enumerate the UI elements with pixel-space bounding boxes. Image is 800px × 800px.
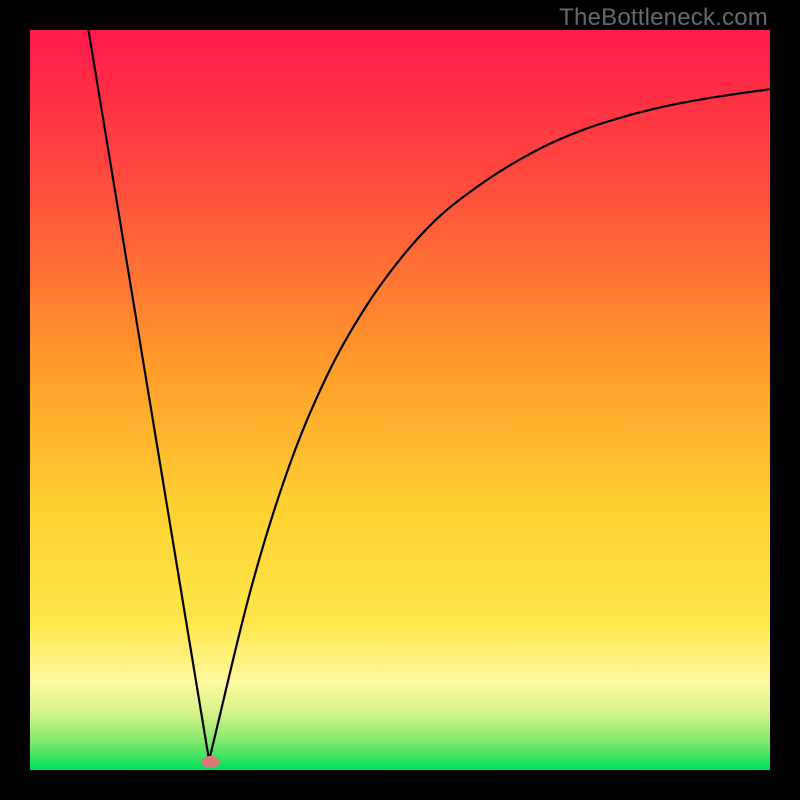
chart-plot [30, 30, 770, 770]
chart-frame [30, 30, 770, 770]
minimum-marker [202, 756, 220, 768]
chart-background [30, 30, 770, 770]
watermark-text: TheBottleneck.com [559, 4, 768, 32]
